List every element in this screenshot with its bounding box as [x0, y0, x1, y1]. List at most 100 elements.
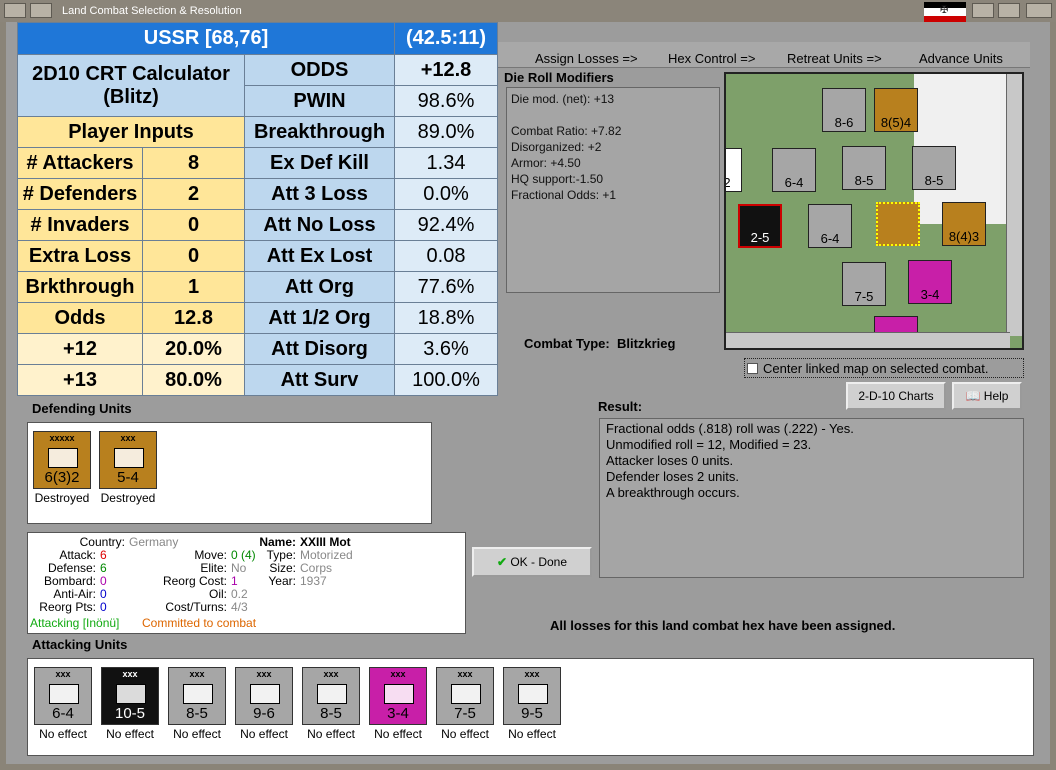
reorg-label: Reorg Pts: — [39, 600, 96, 614]
die-line: Disorganized: +2 — [511, 140, 602, 154]
die-roll-modifiers: Die mod. (net): +13 Combat Ratio: +7.82 … — [506, 87, 720, 293]
map-unit[interactable]: 8-5 — [842, 146, 886, 190]
map-unit[interactable]: 8(5)4 — [874, 88, 918, 132]
crt-calculator: USSR [68,76] (42.5:11) 2D10 CRT Calculat… — [17, 22, 498, 396]
map-unit[interactable]: 7-5 — [842, 262, 886, 306]
unit-counter: xxx 7-5 — [436, 667, 494, 725]
map-horizontal-scrollbar[interactable] — [726, 332, 1010, 348]
attacking-unit[interactable]: xxx 7-5 No effect — [435, 667, 495, 741]
unit-status: No effect — [374, 727, 422, 741]
checkmark-icon: ✔ — [496, 555, 507, 569]
defending-unit[interactable]: xxxxx 6(3)2 Destroyed — [32, 431, 92, 505]
attacking-unit[interactable]: xxx 9-5 No effect — [502, 667, 562, 741]
step-assign-losses[interactable]: Assign Losses => — [535, 51, 638, 66]
map-unit[interactable]: 2 — [726, 148, 742, 192]
unit-status: Destroyed — [100, 491, 156, 505]
map-unit[interactable]: 8-6 — [822, 88, 866, 132]
restore-button[interactable] — [972, 3, 994, 18]
map-unit[interactable]: 8-5 — [912, 146, 956, 190]
result-value: +12.8 — [394, 54, 498, 86]
die-roll-header: Die Roll Modifiers — [504, 70, 614, 85]
maximize-button[interactable] — [998, 3, 1020, 18]
result-label: ODDS — [244, 54, 395, 86]
map-unit[interactable]: 2-5 — [738, 204, 782, 248]
defending-units-header: Defending Units — [32, 401, 132, 416]
input-label: +12 — [17, 333, 143, 365]
input-label: Odds — [17, 302, 143, 334]
result-value: 0.08 — [394, 240, 498, 272]
map-unit-selected[interactable] — [876, 202, 920, 246]
result-header: Result: — [598, 399, 643, 414]
result-label: Att Disorg — [244, 333, 395, 365]
unit-status: Destroyed — [34, 491, 90, 505]
attacking-unit[interactable]: xxx 6-4 No effect — [33, 667, 93, 741]
result-label: Att Surv — [244, 364, 395, 396]
step-advance-units[interactable]: Advance Units — [919, 51, 1003, 66]
motorized-icon — [49, 684, 79, 704]
die-line: Fractional Odds: +1 — [511, 188, 617, 202]
result-value: 0.0% — [394, 178, 498, 210]
year-value: 1937 — [300, 574, 327, 588]
unit-counter: xxx 9-6 — [235, 667, 293, 725]
unit-counter: xxx 3-4 — [369, 667, 427, 725]
input-value[interactable]: 1 — [142, 271, 245, 303]
step-hex-control[interactable]: Hex Control => — [668, 51, 755, 66]
all-losses-message: All losses for this land combat hex have… — [550, 618, 896, 633]
result-value: 3.6% — [394, 333, 498, 365]
charts-button[interactable]: 2-D-10 Charts — [846, 382, 946, 410]
calc-header-left: USSR [68,76] — [17, 22, 395, 55]
die-line: Armor: +4.50 — [511, 156, 581, 170]
input-value[interactable]: 0 — [142, 240, 245, 272]
input-value[interactable]: 0 — [142, 209, 245, 241]
ok-done-button[interactable]: ✔ OK - Done — [472, 547, 592, 577]
unit-status: No effect — [39, 727, 87, 741]
defending-unit[interactable]: xxx 5-4 Destroyed — [98, 431, 158, 505]
attacking-unit[interactable]: xxx 8-5 No effect — [167, 667, 227, 741]
die-line: HQ support:-1.50 — [511, 172, 604, 186]
input-value: 20.0% — [142, 333, 245, 365]
mech-infantry-icon — [317, 684, 347, 704]
mech-infantry-icon — [518, 684, 548, 704]
result-label: Att 1/2 Org — [244, 302, 395, 334]
input-label: Brkthrough — [17, 271, 143, 303]
input-label: # Defenders — [17, 178, 143, 210]
unit-status: No effect — [508, 727, 556, 741]
center-map-checkbox[interactable] — [747, 363, 758, 374]
unit-counter: xxxxx 6(3)2 — [33, 431, 91, 489]
result-value: 18.8% — [394, 302, 498, 334]
input-value[interactable]: 2 — [142, 178, 245, 210]
map-unit[interactable]: 6-4 — [808, 204, 852, 248]
calc-title: 2D10 CRT Calculator (Blitz) — [17, 54, 245, 117]
input-label: # Attackers — [17, 147, 143, 179]
unit-status: No effect — [240, 727, 288, 741]
input-label: # Invaders — [17, 209, 143, 241]
minimize-button[interactable] — [30, 3, 52, 18]
input-value: 12.8 — [142, 302, 245, 334]
map-unit[interactable]: 8(4)3 — [942, 202, 986, 246]
mini-map[interactable]: 8-6 8(5)4 2 6-4 8-5 8-5 2-5 6-4 8(4)3 7-… — [724, 72, 1024, 350]
unit-counter: xxx 6-4 — [34, 667, 92, 725]
attacking-unit[interactable]: xxx 3-4 No effect — [368, 667, 428, 741]
result-value: 98.6% — [394, 85, 498, 117]
attacking-unit[interactable]: xxx 8-5 No effect — [301, 667, 361, 741]
center-map-option[interactable]: Center linked map on selected combat. — [744, 358, 1024, 378]
step-retreat-units[interactable]: Retreat Units => — [787, 51, 882, 66]
input-value[interactable]: 8 — [142, 147, 245, 179]
attacking-unit[interactable]: xxx 10-5 No effect — [100, 667, 160, 741]
result-line: Unmodified roll = 12, Modified = 23. — [606, 437, 812, 452]
help-button[interactable]: 📖 Help — [952, 382, 1022, 410]
system-menu-button[interactable] — [4, 3, 26, 18]
input-value: 80.0% — [142, 364, 245, 396]
result-value: 100.0% — [394, 364, 498, 396]
unit-status: No effect — [307, 727, 355, 741]
map-unit[interactable]: 3-4 — [908, 260, 952, 304]
close-button[interactable] — [1026, 3, 1052, 18]
die-line-spacer — [511, 107, 715, 123]
unit-counter: xxx 8-5 — [168, 667, 226, 725]
attacking-unit[interactable]: xxx 9-6 No effect — [234, 667, 294, 741]
map-unit[interactable]: 6-4 — [772, 148, 816, 192]
book-icon: 📖 — [965, 389, 981, 403]
title-bar[interactable]: Land Combat Selection & Resolution — [0, 0, 1056, 22]
result-line: A breakthrough occurs. — [606, 485, 740, 500]
map-vertical-scrollbar[interactable] — [1006, 74, 1022, 336]
